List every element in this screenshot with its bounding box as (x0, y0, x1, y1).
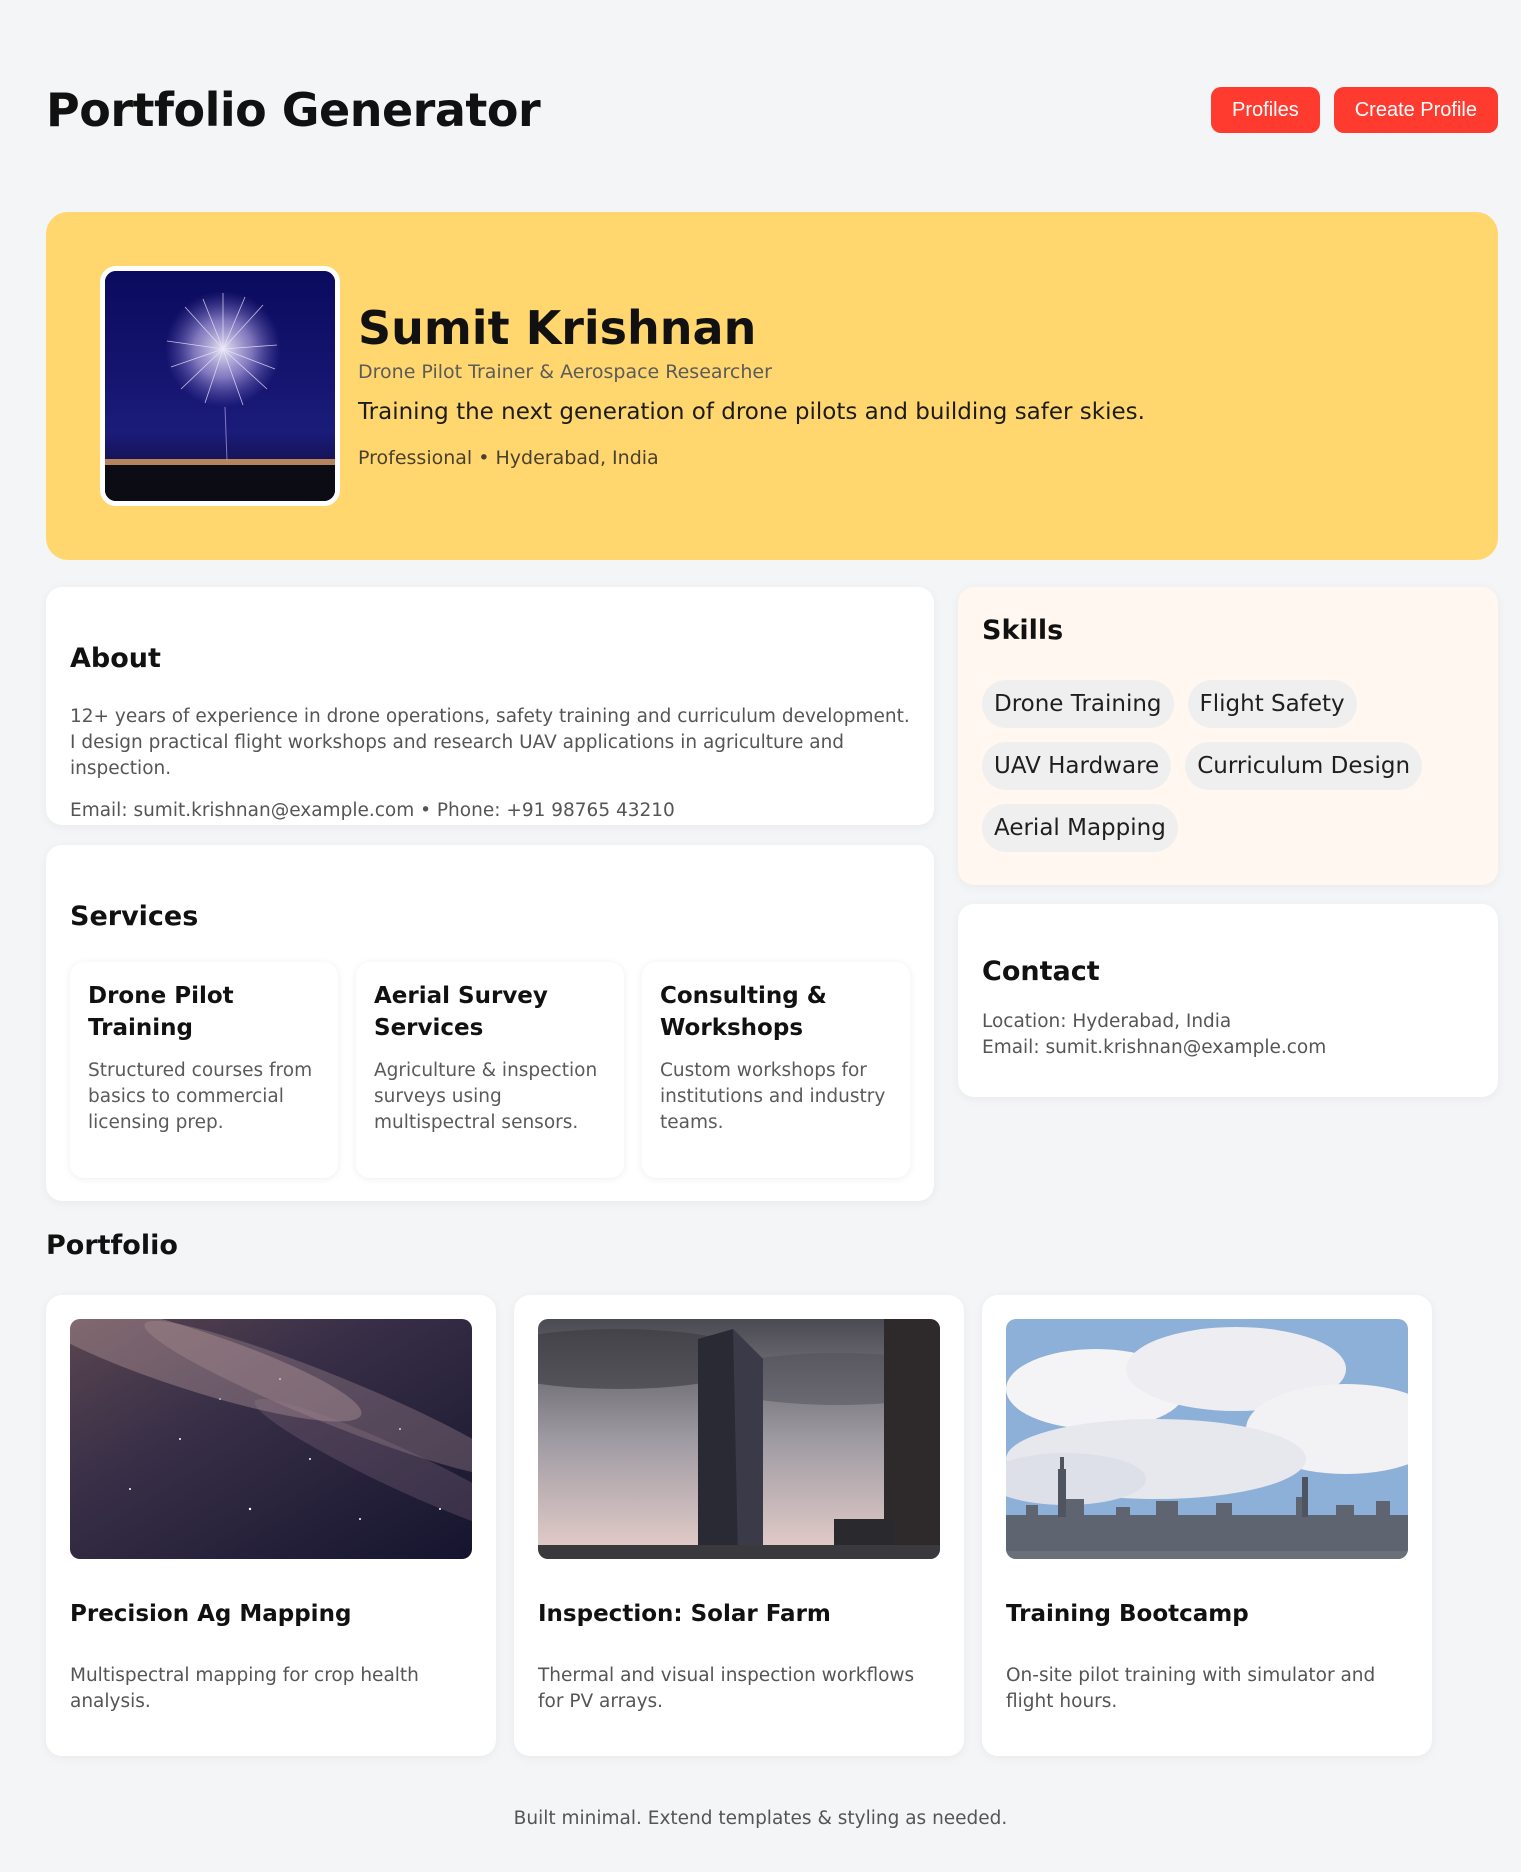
skills-heading: Skills (982, 615, 1064, 646)
night-sky-image (70, 1319, 472, 1559)
portfolio-item[interactable]: Inspection: Solar Farm Thermal and visua… (514, 1295, 964, 1756)
portfolio-item[interactable]: Training Bootcamp On-site pilot training… (982, 1295, 1432, 1756)
services-card: Services Drone Pilot Training Structured… (46, 845, 934, 1201)
service-card: Consulting & Workshops Custom workshops … (642, 962, 910, 1178)
service-title: Drone Pilot Training (88, 983, 234, 1041)
portfolio-heading: Portfolio (46, 1230, 178, 1261)
project-thumbnail (70, 1319, 472, 1559)
service-card: Aerial Survey Services Agriculture & ins… (356, 962, 624, 1178)
skill-tag: UAV Hardware (982, 742, 1172, 790)
skill-tag: Drone Training (982, 680, 1174, 728)
project-description: On-site pilot training with simulator an… (1006, 1665, 1376, 1712)
skyscraper-image (538, 1319, 940, 1559)
header-actions: Profiles Create Profile (1211, 87, 1498, 133)
project-thumbnail (1006, 1319, 1408, 1559)
skills-card: Skills Drone Training Flight Safety UAV … (958, 587, 1498, 885)
services-heading: Services (70, 901, 199, 932)
profiles-button[interactable]: Profiles (1211, 87, 1320, 133)
contact-details: Location: Hyderabad, India Email: sumit.… (982, 1009, 1474, 1061)
about-text: 12+ years of experience in drone operati… (70, 706, 910, 779)
avatar (100, 266, 340, 506)
skill-tag: Flight Safety (1187, 680, 1357, 728)
profile-name: Sumit Krishnan (358, 301, 757, 355)
contact-location: Location: Hyderabad, India (982, 1011, 1232, 1032)
project-title: Training Bootcamp (1006, 1601, 1249, 1627)
portfolio-item[interactable]: Precision Ag Mapping Multispectral mappi… (46, 1295, 496, 1756)
app-header: Portfolio Generator Profiles Create Prof… (46, 70, 1498, 150)
service-description: Custom workshops for institutions and in… (660, 1060, 886, 1133)
project-title: Inspection: Solar Farm (538, 1601, 831, 1627)
profile-summary: Sumit Krishnan Drone Pilot Trainer & Aer… (358, 302, 1145, 469)
services-grid: Drone Pilot Training Structured courses … (70, 962, 910, 1178)
contact-heading: Contact (982, 956, 1100, 987)
about-card: About 12+ years of experience in drone o… (46, 587, 934, 825)
app-title: Portfolio Generator (46, 83, 541, 137)
contact-card: Contact Location: Hyderabad, India Email… (958, 904, 1498, 1097)
service-title: Consulting & Workshops (660, 983, 827, 1041)
service-description: Structured courses from basics to commer… (88, 1060, 313, 1133)
service-title: Aerial Survey Services (374, 983, 548, 1041)
about-heading: About (70, 643, 161, 674)
skill-list: Drone Training Flight Safety UAV Hardwar… (982, 680, 1452, 852)
skill-tag: Aerial Mapping (982, 804, 1178, 852)
fireworks-image (105, 271, 335, 501)
project-thumbnail (538, 1319, 940, 1559)
footer-text: Built minimal. Extend templates & stylin… (513, 1808, 1008, 1829)
project-title: Precision Ag Mapping (70, 1601, 352, 1627)
about-contact-line: Email: sumit.krishnan@example.com • Phon… (70, 800, 675, 821)
service-card: Drone Pilot Training Structured courses … (70, 962, 338, 1178)
service-description: Agriculture & inspection surveys using m… (374, 1060, 598, 1133)
profile-role: Drone Pilot Trainer & Aerospace Research… (358, 360, 772, 383)
profile-meta: Professional • Hyderabad, India (358, 446, 659, 469)
profile-tagline: Training the next generation of drone pi… (358, 398, 1145, 425)
project-description: Thermal and visual inspection workflows … (538, 1665, 915, 1712)
city-skyline-image (1006, 1319, 1408, 1559)
profile-hero: Sumit Krishnan Drone Pilot Trainer & Aer… (46, 212, 1498, 560)
skill-tag: Curriculum Design (1185, 742, 1423, 790)
contact-email: Email: sumit.krishnan@example.com (982, 1037, 1327, 1058)
create-profile-button[interactable]: Create Profile (1333, 87, 1498, 133)
project-description: Multispectral mapping for crop health an… (70, 1665, 419, 1712)
